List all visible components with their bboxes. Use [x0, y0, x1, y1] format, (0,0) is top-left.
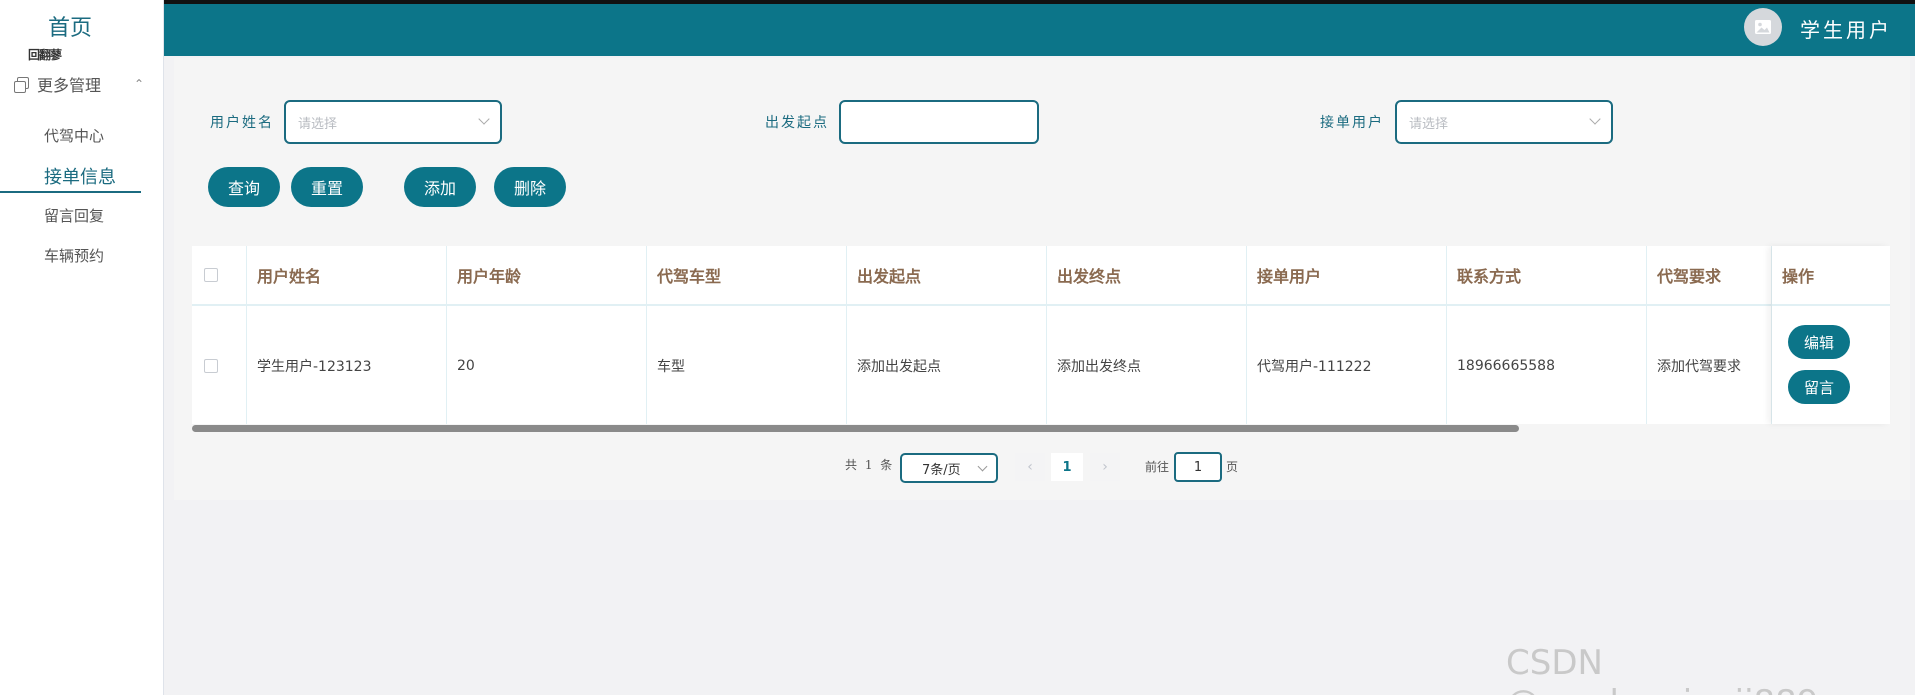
page-number-current[interactable]: 1	[1051, 453, 1083, 481]
data-table: 用户姓名 学生用户-123123 用户年龄 20 代驾车型 车型 出发起点 添加…	[192, 246, 1890, 424]
taker-select-placeholder: 请选择	[1409, 116, 1449, 132]
table-header-cell[interactable]: 接单用户	[1247, 246, 1446, 306]
prev-page-button[interactable]: ‹	[1015, 453, 1045, 481]
table-header-cell[interactable]: 用户年龄	[447, 246, 646, 306]
pagination-goto-prefix: 前往	[1145, 460, 1170, 474]
table-col-select	[192, 246, 247, 424]
table-header-cell[interactable]: 代驾车型	[647, 246, 846, 306]
table-row-select	[192, 308, 246, 424]
sidebar-menu-group-more[interactable]: 更多管理 ⌃	[14, 72, 154, 96]
table-cell-user-name: 学生用户-123123	[257, 359, 372, 375]
page-size-select[interactable]: 7条/页	[900, 453, 998, 483]
table-horizontal-scrollbar[interactable]	[192, 425, 1519, 432]
chevron-down-icon	[1589, 113, 1601, 125]
user-name-select-placeholder: 请选择	[298, 116, 338, 132]
sidebar-active-indicator	[0, 191, 141, 193]
pagination-total: 共 1 条	[845, 458, 895, 472]
next-page-button[interactable]: ›	[1090, 453, 1120, 481]
table-cell-end: 添加出发终点	[1057, 359, 1141, 375]
table-cell-taker: 代驾用户-111222	[1257, 359, 1372, 375]
table-col-user-name: 用户姓名 学生用户-123123	[247, 246, 447, 424]
chevron-down-icon	[478, 113, 490, 125]
table-col-taker: 接单用户 代驾用户-111222	[1247, 246, 1447, 424]
table-col-car-type: 代驾车型 车型	[647, 246, 847, 424]
page-size-value: 7条/页	[922, 462, 961, 478]
pagination-goto-suffix: 页	[1226, 460, 1239, 474]
reset-button[interactable]: 重置	[291, 167, 363, 207]
query-button[interactable]: 查询	[208, 167, 280, 207]
chevron-down-icon	[977, 461, 988, 472]
delete-button[interactable]: 删除	[494, 167, 566, 207]
filter-taker-label: 接单用户	[1320, 115, 1384, 131]
copy-icon	[14, 76, 29, 93]
chevron-right-icon: ›	[1102, 459, 1108, 475]
sidebar-item-vehicle-booking[interactable]: 车辆预约	[44, 245, 104, 266]
sidebar-menu-group-label: 更多管理	[37, 76, 102, 95]
watermark: CSDN @vx_danpianji889	[1506, 643, 1818, 695]
chevron-up-icon: ⌃	[133, 77, 144, 91]
avatar[interactable]	[1744, 8, 1782, 46]
header-username[interactable]: 学生用户	[1800, 14, 1892, 43]
sidebar-item-message-reply[interactable]: 留言回复	[44, 205, 104, 226]
table-header-cell[interactable]: 出发终点	[1047, 246, 1246, 306]
table-cell-user-age: 20	[457, 358, 475, 374]
table-cell-car-type: 车型	[657, 359, 685, 375]
table-col-phone: 联系方式 18966665588	[1447, 246, 1647, 424]
table-col-user-age: 用户年龄 20	[447, 246, 647, 424]
table-col-actions: 操作 编辑 留言	[1772, 246, 1890, 424]
edit-button[interactable]: 编辑	[1788, 325, 1850, 359]
sidebar-item-order-info[interactable]: 接单信息	[44, 163, 116, 189]
table-cell-start: 添加出发起点	[857, 359, 941, 375]
add-button[interactable]: 添加	[404, 167, 476, 207]
message-button[interactable]: 留言	[1788, 370, 1850, 404]
table-col-requirement: 代驾要求 添加代驾要求	[1647, 246, 1772, 424]
table-cell-phone: 18966665588	[1457, 358, 1555, 374]
filter-start-point-label: 出发起点	[765, 115, 829, 131]
top-bar	[164, 4, 1915, 56]
sidebar: 首页 回翻蓼 更多管理 ⌃ 代驾中心 接单信息 留言回复 车辆预约	[0, 0, 164, 695]
sidebar-garbled-text: 回翻蓼	[28, 48, 62, 62]
image-icon	[1755, 20, 1771, 34]
table-header-cell[interactable]: 联系方式	[1447, 246, 1646, 306]
chevron-left-icon: ‹	[1027, 459, 1033, 475]
table-header-cell[interactable]: 代驾要求	[1647, 246, 1771, 306]
table-header-cell: 操作	[1772, 246, 1890, 306]
taker-select[interactable]: 请选择	[1395, 100, 1613, 144]
user-name-select[interactable]: 请选择	[284, 100, 502, 144]
table-header-cell[interactable]: 用户姓名	[247, 246, 446, 306]
table-col-end: 出发终点 添加出发终点	[1047, 246, 1247, 424]
row-checkbox[interactable]	[204, 359, 218, 373]
start-point-input[interactable]	[839, 100, 1039, 144]
goto-page-input[interactable]: 1	[1174, 452, 1222, 482]
table-cell-requirement: 添加代驾要求	[1657, 359, 1741, 375]
table-col-start: 出发起点 添加出发起点	[847, 246, 1047, 424]
sidebar-item-driving-center[interactable]: 代驾中心	[44, 125, 104, 146]
table-header-cell[interactable]: 出发起点	[847, 246, 1046, 306]
filter-user-name-label: 用户姓名	[210, 115, 274, 131]
sidebar-home-link[interactable]: 首页	[0, 10, 140, 42]
table-header-select-all	[192, 246, 246, 306]
select-all-checkbox[interactable]	[204, 268, 218, 282]
